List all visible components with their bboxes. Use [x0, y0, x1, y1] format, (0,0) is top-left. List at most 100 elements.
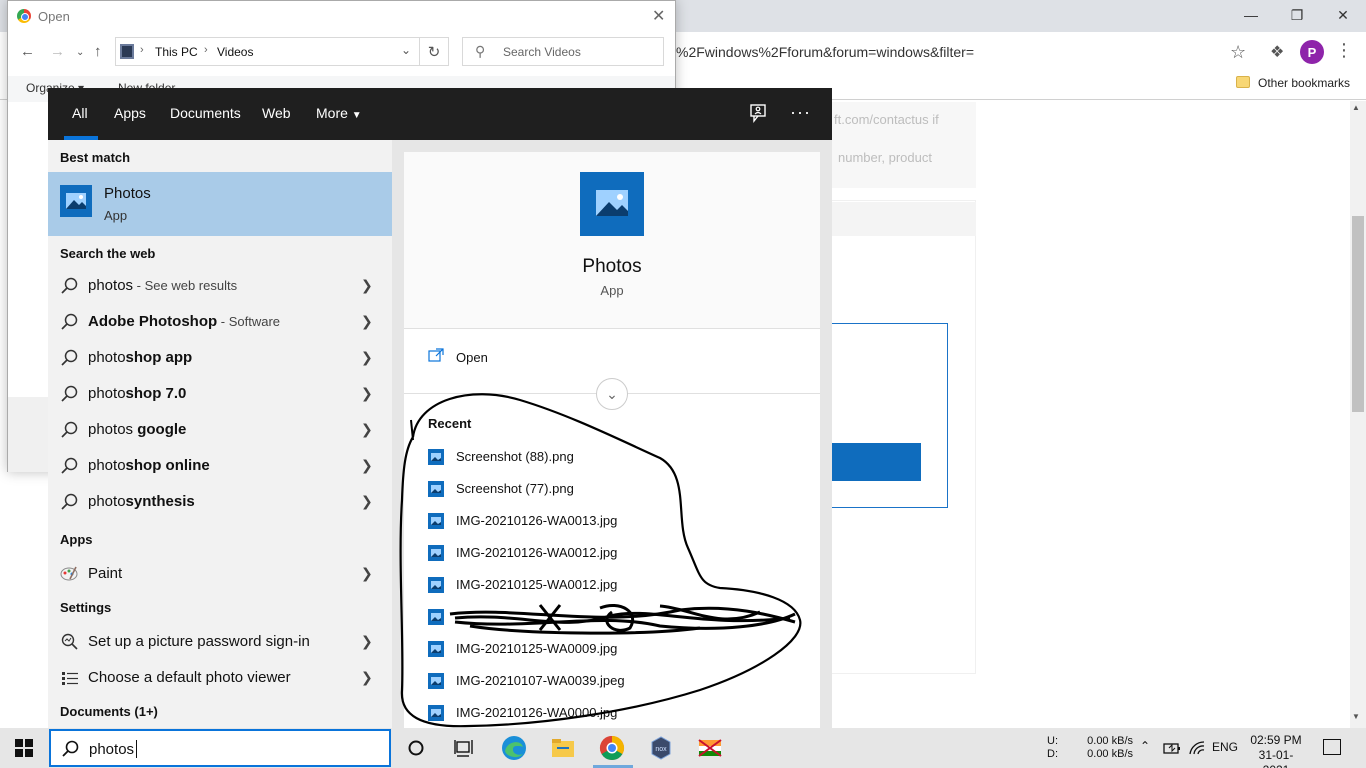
chevron-right-icon[interactable]: ❯	[361, 313, 373, 330]
setting-default-photo-viewer[interactable]: Choose a default photo viewer ❯	[48, 660, 392, 696]
input-language[interactable]: ENG	[1212, 740, 1238, 754]
close-window-button[interactable]: ✕	[1320, 0, 1366, 30]
recent-locations-icon[interactable]: ⌄	[76, 47, 84, 58]
documents-heading[interactable]: Documents (1+)	[60, 704, 158, 719]
task-view-icon[interactable]	[450, 734, 478, 762]
start-button[interactable]	[0, 728, 48, 768]
browser-menu-icon[interactable]: ⋮	[1335, 40, 1353, 61]
search-icon	[61, 421, 78, 438]
battery-icon[interactable]	[1158, 734, 1186, 762]
recent-file-name: IMG-20210125-WA0009.jpg	[456, 641, 618, 656]
best-match-result[interactable]: Photos App	[48, 172, 392, 236]
chevron-right-icon[interactable]: ❯	[361, 385, 373, 402]
address-bar[interactable]: %2Fwindows%2Fforum&forum=windows&filter=	[668, 38, 1258, 66]
clock[interactable]: 02:59 PM 31-01-2021	[1246, 733, 1306, 768]
forward-icon[interactable]: →	[50, 43, 65, 60]
chevron-right-icon[interactable]: ❯	[361, 457, 373, 474]
result-bold: synthesis	[125, 493, 195, 510]
web-result[interactable]: photosynthesis ❯	[48, 484, 392, 520]
search-query: photos	[89, 741, 135, 758]
page-submit-button[interactable]	[830, 443, 921, 481]
show-hidden-icons-icon[interactable]: ⌃	[1140, 739, 1150, 753]
more-options-icon[interactable]: ···	[790, 102, 811, 123]
default-apps-icon	[62, 672, 78, 685]
recent-file-item[interactable]: IMG-20210126-WA0012.jpg	[428, 544, 808, 568]
chevron-right-icon[interactable]: ❯	[361, 277, 373, 294]
chevron-right-icon[interactable]: ❯	[361, 349, 373, 366]
tab-apps[interactable]: Apps	[114, 105, 146, 121]
expand-chevron-icon[interactable]: ⌄	[596, 378, 628, 410]
chevron-right-icon[interactable]: ❯	[361, 565, 373, 582]
web-result[interactable]: photos google ❯	[48, 412, 392, 448]
breadcrumb-videos[interactable]: Videos	[217, 45, 253, 59]
web-result[interactable]: photos - See web results ❯	[48, 268, 392, 304]
minimize-button[interactable]: —	[1228, 0, 1274, 30]
up-icon[interactable]: ↑	[94, 43, 102, 60]
tab-all[interactable]: All	[72, 105, 88, 121]
path-bar[interactable]: › This PC › Videos ⌄	[115, 37, 449, 66]
chevron-right-icon[interactable]: ❯	[361, 669, 373, 686]
recent-file-item[interactable]: Screenshot (88).png	[428, 448, 808, 472]
extensions-icon[interactable]: ❖	[1270, 42, 1284, 62]
tab-web[interactable]: Web	[262, 105, 291, 121]
chevron-right-icon[interactable]: ❯	[361, 493, 373, 510]
results-list: Best match Photos App Search the web pho…	[48, 140, 392, 728]
recent-file-item[interactable]: IMG-20210125-WA0012.jpg	[428, 576, 808, 600]
upload-label: U:	[1047, 735, 1058, 747]
nox-player-icon[interactable]: nox	[647, 734, 675, 762]
app-result-paint[interactable]: Paint ❯	[48, 556, 392, 592]
restore-button[interactable]: ❐	[1274, 0, 1320, 30]
back-icon[interactable]: ←	[20, 43, 35, 60]
edge-icon[interactable]	[500, 734, 528, 762]
web-result[interactable]: photoshop app ❯	[48, 340, 392, 376]
web-result[interactable]: photoshop 7.0 ❯	[48, 376, 392, 412]
recent-file-item[interactable]: IMG-20210126-WA0013.jpg	[428, 512, 808, 536]
recent-file-item[interactable]	[428, 608, 808, 632]
bookmark-star-icon[interactable]: ☆	[1230, 42, 1246, 63]
language-flag-icon[interactable]	[696, 734, 724, 762]
chevron-right-icon[interactable]: ❯	[361, 633, 373, 650]
chevron-right-icon[interactable]: ›	[140, 44, 144, 56]
action-center-icon[interactable]	[1323, 739, 1341, 755]
chevron-down-icon[interactable]: ⌄	[401, 43, 411, 57]
web-result[interactable]: Adobe Photoshop - Software ❯	[48, 304, 392, 340]
tab-more[interactable]: More ▼	[316, 105, 362, 121]
feedback-icon[interactable]	[748, 102, 770, 124]
page-bar	[830, 202, 976, 236]
chevron-right-icon[interactable]: ❯	[361, 421, 373, 438]
refresh-button[interactable]: ↻	[419, 37, 449, 66]
close-icon[interactable]: ✕	[652, 6, 665, 26]
file-explorer-icon[interactable]	[549, 734, 577, 762]
recent-file-name: IMG-20210107-WA0039.jpeg	[456, 673, 625, 688]
setting-picture-password[interactable]: Set up a picture password sign-in ❯	[48, 624, 392, 660]
wifi-icon[interactable]	[1183, 734, 1211, 762]
navigation-pane[interactable]	[8, 102, 48, 402]
breadcrumb-this-pc[interactable]: This PC	[155, 45, 198, 59]
upload-speed: 0.00 kB/s	[1087, 735, 1133, 747]
dialog-search-input[interactable]: ⚲ Search Videos	[462, 37, 664, 66]
recent-file-item[interactable]: IMG-20210107-WA0039.jpeg	[428, 672, 808, 696]
search-placeholder: Search Videos	[503, 45, 581, 59]
chrome-icon[interactable]	[598, 734, 626, 762]
recent-file-item[interactable]: IMG-20210125-WA0009.jpg	[428, 640, 808, 664]
setting-label: Set up a picture password sign-in	[88, 633, 310, 650]
tab-documents[interactable]: Documents	[170, 105, 241, 121]
recent-file-item[interactable]: IMG-20210126-WA0000.jpg	[428, 704, 808, 728]
taskbar-search-input[interactable]: photos	[49, 729, 391, 767]
image-file-icon	[428, 481, 444, 497]
recent-file-item[interactable]: Screenshot (77).png	[428, 480, 808, 504]
search-icon	[61, 457, 78, 474]
download-label: D:	[1047, 748, 1058, 760]
result-bold: google	[137, 421, 187, 438]
chevron-right-icon[interactable]: ›	[204, 44, 208, 56]
cortana-icon[interactable]	[402, 734, 430, 762]
result-prefix: photo	[88, 385, 126, 402]
scrollbar-thumb[interactable]	[1352, 216, 1364, 412]
open-action[interactable]: Open	[456, 350, 488, 365]
web-result[interactable]: photoshop online ❯	[48, 448, 392, 484]
scroll-up-icon[interactable]: ▲	[1352, 103, 1360, 112]
other-bookmarks-link[interactable]: Other bookmarks	[1258, 76, 1350, 90]
page-scrollbar[interactable]	[1350, 101, 1366, 728]
scroll-down-icon[interactable]: ▼	[1352, 712, 1360, 721]
profile-avatar[interactable]: P	[1300, 40, 1324, 64]
